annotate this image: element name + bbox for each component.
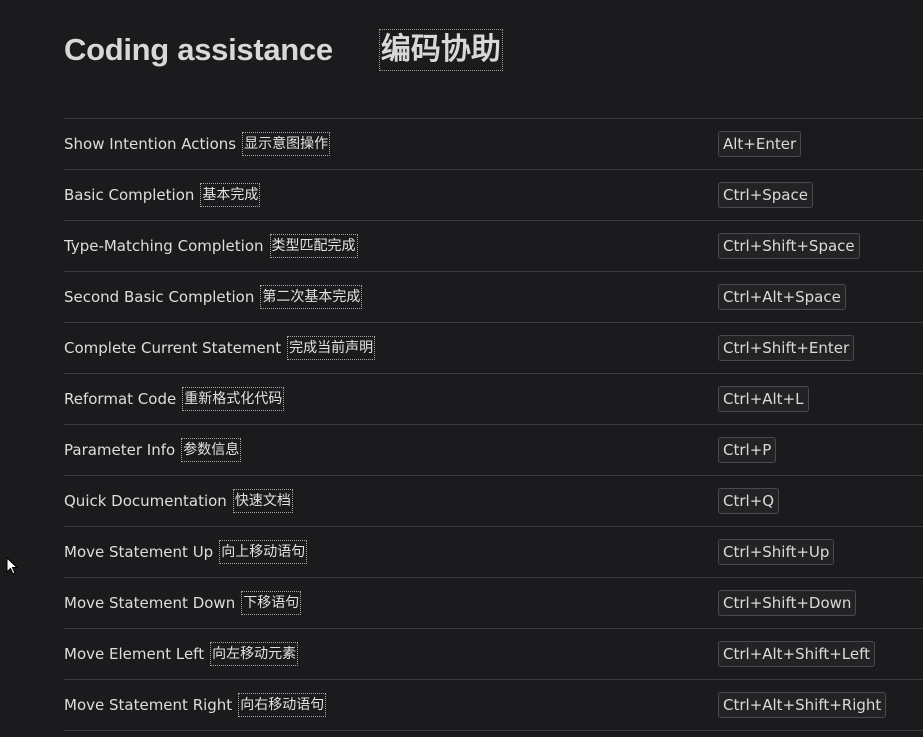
shortcut-row: Move Element Left 向左移动元素 Ctrl+Alt+Shift+… xyxy=(64,629,923,680)
shortcut-label-group: Move Element Left 向左移动元素 xyxy=(64,641,299,667)
shortcut-label-translation[interactable]: 向右移动语句 xyxy=(238,693,327,717)
shortcut-row: Complete Current Statement 完成当前声明 Ctrl+S… xyxy=(64,323,923,374)
shortcut-label-translation[interactable]: 基本完成 xyxy=(200,183,261,207)
shortcut-keys: Ctrl+Space xyxy=(718,182,813,208)
shortcut-row: Type-Matching Completion 类型匹配完成 Ctrl+Shi… xyxy=(64,221,923,272)
shortcut-label-translation[interactable]: 参数信息 xyxy=(181,438,242,462)
shortcut-row: Basic Completion 基本完成 Ctrl+Space xyxy=(64,170,923,221)
shortcut-label-group: Reformat Code 重新格式化代码 xyxy=(64,386,285,412)
shortcut-label-group: Move Statement Right 向右移动语句 xyxy=(64,692,327,718)
shortcut-row: Quick Documentation 快速文档 Ctrl+Q xyxy=(64,476,923,527)
shortcut-row: Show Intention Actions 显示意图操作 Alt+Enter xyxy=(64,119,923,170)
shortcut-keys: Ctrl+Alt+L xyxy=(718,386,809,412)
shortcut-keys: Ctrl+Shift+Space xyxy=(718,233,860,259)
shortcut-label-translation[interactable]: 下移语句 xyxy=(241,591,302,615)
shortcut-label-translation[interactable]: 完成当前声明 xyxy=(287,336,376,360)
shortcut-label: Basic Completion xyxy=(64,186,195,204)
shortcut-label-group: Basic Completion 基本完成 xyxy=(64,182,261,208)
shortcut-label-translation[interactable]: 重新格式化代码 xyxy=(182,387,285,411)
mouse-pointer-icon xyxy=(6,557,19,575)
shortcut-label-group: Type-Matching Completion 类型匹配完成 xyxy=(64,233,358,259)
shortcut-label: Second Basic Completion xyxy=(64,288,255,306)
shortcut-label-translation[interactable]: 快速文档 xyxy=(232,489,293,513)
shortcut-label-group: Complete Current Statement 完成当前声明 xyxy=(64,335,376,361)
page: Coding assistance 编码协助 Show Intention Ac… xyxy=(0,0,923,737)
shortcut-label: Move Element Left xyxy=(64,645,205,663)
shortcut-keys: Ctrl+Q xyxy=(718,488,780,514)
shortcut-label-translation[interactable]: 向上移动语句 xyxy=(219,540,308,564)
shortcut-row: Second Basic Completion 第二次基本完成 Ctrl+Alt… xyxy=(64,272,923,323)
shortcut-label: Move Statement Down xyxy=(64,594,236,612)
shortcut-keys: Ctrl+Shift+Down xyxy=(718,590,857,616)
shortcut-label: Quick Documentation xyxy=(64,492,227,510)
shortcut-label: Show Intention Actions xyxy=(64,135,237,153)
shortcut-label-group: Move Statement Up 向上移动语句 xyxy=(64,539,308,565)
shortcut-keys: Ctrl+Shift+Up xyxy=(718,539,835,565)
shortcut-label-translation[interactable]: 向左移动元素 xyxy=(210,642,299,666)
shortcut-label-translation[interactable]: 显示意图操作 xyxy=(242,132,331,156)
shortcut-row: Move Statement Down 下移语句 Ctrl+Shift+Down xyxy=(64,578,923,629)
shortcut-label-group: Parameter Info 参数信息 xyxy=(64,437,242,463)
shortcut-keys: Alt+Enter xyxy=(718,131,802,157)
shortcut-label-translation[interactable]: 类型匹配完成 xyxy=(269,234,358,258)
shortcut-label-group: Quick Documentation 快速文档 xyxy=(64,488,293,514)
shortcut-label: Complete Current Statement xyxy=(64,339,282,357)
section-title: Coding assistance xyxy=(64,32,333,67)
shortcut-label: Parameter Info xyxy=(64,441,176,459)
shortcut-row: Reformat Code 重新格式化代码 Ctrl+Alt+L xyxy=(64,374,923,425)
shortcut-keys: Ctrl+Shift+Enter xyxy=(718,335,855,361)
shortcut-keys: Ctrl+Alt+Space xyxy=(718,284,846,310)
shortcut-keys: Ctrl+Alt+Shift+Left xyxy=(718,641,876,667)
shortcut-label-group: Second Basic Completion 第二次基本完成 xyxy=(64,284,363,310)
shortcut-keys: Ctrl+P xyxy=(718,437,777,463)
shortcut-label: Move Statement Right xyxy=(64,696,233,714)
shortcut-label-translation[interactable]: 第二次基本完成 xyxy=(260,285,363,309)
shortcut-table: Show Intention Actions 显示意图操作 Alt+Enter … xyxy=(64,118,923,731)
shortcut-row: Move Statement Up 向上移动语句 Ctrl+Shift+Up xyxy=(64,527,923,578)
shortcut-label-group: Show Intention Actions 显示意图操作 xyxy=(64,131,331,157)
shortcut-label: Reformat Code xyxy=(64,390,177,408)
shortcut-keys: Ctrl+Alt+Shift+Right xyxy=(718,692,887,718)
section-header: Coding assistance 编码协助 xyxy=(64,28,503,72)
shortcut-label: Type-Matching Completion xyxy=(64,237,264,255)
section-title-translation[interactable]: 编码协助 xyxy=(378,29,503,71)
shortcut-label-group: Move Statement Down 下移语句 xyxy=(64,590,302,616)
shortcut-label: Move Statement Up xyxy=(64,543,214,561)
shortcut-row: Parameter Info 参数信息 Ctrl+P xyxy=(64,425,923,476)
shortcut-row: Move Statement Right 向右移动语句 Ctrl+Alt+Shi… xyxy=(64,680,923,731)
